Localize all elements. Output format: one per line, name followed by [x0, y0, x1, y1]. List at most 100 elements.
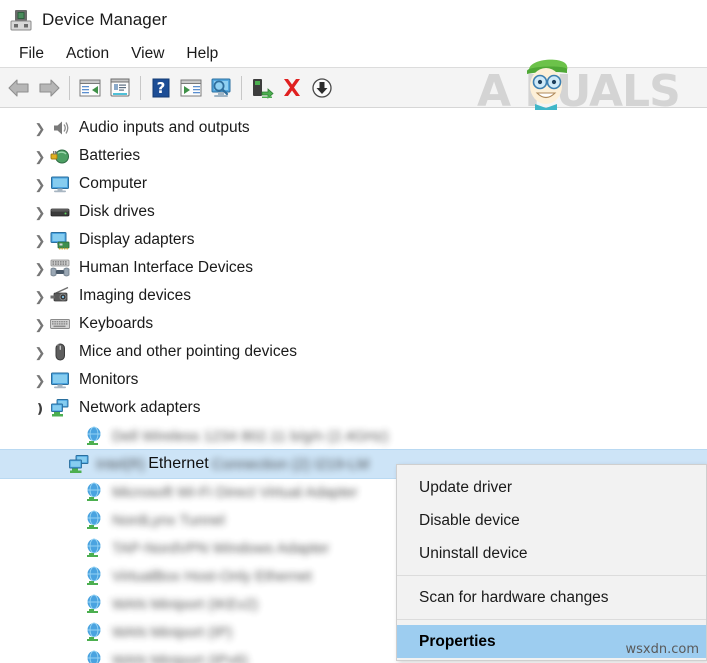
help-question-icon: ?: [152, 78, 170, 98]
mouse-icon: [50, 342, 70, 362]
network-adapter-label: WAN Miniport (IP): [112, 623, 233, 641]
tree-item-label: Network adapters: [79, 399, 201, 416]
monitor-icon: [50, 370, 70, 390]
network-adapter-label: NordLynx Tunnel: [112, 511, 225, 529]
tree-item-computer[interactable]: ❯ Computer: [0, 170, 707, 198]
red-x-icon: [284, 79, 300, 96]
help-button[interactable]: ?: [146, 72, 176, 104]
tree-item-batteries[interactable]: ❯ Batteries: [0, 142, 707, 170]
toolbar-separator-1: [69, 76, 70, 100]
hid-icon: [50, 258, 70, 278]
wireless-adapter-icon: [84, 650, 104, 663]
toolbar: ?: [0, 67, 707, 108]
keyboard-icon: [50, 314, 70, 334]
uninstall-device-button[interactable]: [277, 72, 307, 104]
forward-button[interactable]: [34, 72, 64, 104]
disk-drive-icon: [50, 202, 70, 222]
context-menu[interactable]: Update driver Disable device Uninstall d…: [396, 464, 707, 661]
disable-device-button[interactable]: [307, 72, 337, 104]
battery-icon: [50, 146, 70, 166]
device-green-arrow-icon: [253, 79, 274, 99]
network-adapter-row[interactable]: Dell Wireless 1234 802.11 b/g/n (2.4GHz): [0, 422, 707, 450]
network-adapter-label: WAN Miniport (IPv6): [112, 651, 249, 663]
device-manager-icon: [8, 7, 34, 33]
back-button[interactable]: [4, 72, 34, 104]
update-device-driver-button[interactable]: [247, 72, 277, 104]
menu-item-help[interactable]: Help: [175, 43, 229, 65]
chevron-right-icon[interactable]: ❯: [30, 122, 50, 135]
context-menu-item-disable-device[interactable]: Disable device: [397, 504, 706, 537]
tree-item-label: Imaging devices: [79, 287, 192, 304]
tree-item-mice-and-other-pointing-devices[interactable]: ❯ Mice and other pointing devices: [0, 338, 707, 366]
chevron-right-icon[interactable]: ❯: [30, 290, 50, 303]
show-hide-console-tree-button[interactable]: [75, 72, 105, 104]
wireless-adapter-icon: [84, 622, 104, 642]
context-menu-item-update-driver[interactable]: Update driver: [397, 471, 706, 504]
wireless-adapter-icon: [84, 566, 104, 586]
tree-item-label: Disk drives: [79, 203, 155, 220]
tree-item-label: Audio inputs and outputs: [79, 119, 250, 136]
network-adapter-label-blurred-prefix: Intel(R): [96, 455, 146, 473]
toolbar-separator-2: [140, 76, 141, 100]
chevron-right-icon[interactable]: ❯: [30, 374, 50, 387]
chevron-right-icon[interactable]: ❯: [30, 318, 50, 331]
tree-item-label: Human Interface Devices: [79, 259, 254, 276]
menu-item-view[interactable]: View: [120, 43, 175, 65]
console-tree-icon: [79, 79, 101, 97]
network-adapter-label-sharp: Ethernet: [148, 455, 209, 472]
scan-for-hardware-changes-button[interactable]: [206, 72, 236, 104]
tree-item-label: Display adapters: [79, 231, 195, 248]
svg-text:?: ?: [157, 79, 166, 97]
context-menu-item-scan-for-hardware-changes[interactable]: Scan for hardware changes: [397, 581, 706, 614]
speaker-icon: [50, 118, 70, 138]
toolbar-separator-3: [241, 76, 242, 100]
display-adapter-icon: [50, 230, 70, 250]
update-driver-toolbar-button[interactable]: [176, 72, 206, 104]
chevron-right-icon[interactable]: ❯: [30, 346, 50, 359]
menu-bar: File Action View Help: [0, 40, 707, 67]
menu-item-action[interactable]: Action: [55, 43, 120, 65]
network-adapter-icon: [50, 398, 70, 418]
chevron-right-icon[interactable]: ❯: [30, 234, 50, 247]
network-adapter-label: TAP-NordVPN Windows Adapter: [112, 539, 330, 557]
properties-button[interactable]: [105, 72, 135, 104]
tree-item-label: Mice and other pointing devices: [79, 343, 297, 360]
network-adapter-label: WAN Miniport (IKEv2): [112, 595, 259, 613]
title-bar: Device Manager: [0, 0, 707, 40]
network-adapter-label: Dell Wireless 1234 802.11 b/g/n (2.4GHz): [112, 427, 389, 445]
network-adapter-label-blurred-suffix: Connection (2) I219-LM: [211, 455, 370, 473]
network-adapter-label: Microsoft Wi-Fi Direct Virtual Adapter: [112, 483, 358, 501]
down-arrow-circle-icon: [312, 78, 332, 98]
context-menu-item-uninstall-device[interactable]: Uninstall device: [397, 537, 706, 570]
chevron-right-icon[interactable]: ❯: [30, 262, 50, 275]
properties-window-icon: [110, 78, 130, 97]
tree-item-label: Monitors: [79, 371, 139, 388]
chevron-right-icon[interactable]: ❯: [30, 206, 50, 219]
window-green-arrow-icon: [180, 79, 202, 97]
tree-item-disk-drives[interactable]: ❯ Disk drives: [0, 198, 707, 226]
wireless-adapter-icon: [84, 426, 104, 446]
chevron-right-icon[interactable]: ❯: [30, 178, 50, 191]
wireless-adapter-icon: [84, 482, 104, 502]
chevron-down-icon[interactable]: ❫: [30, 402, 50, 415]
window-title: Device Manager: [42, 10, 168, 29]
tree-item-keyboards[interactable]: ❯ Keyboards: [0, 310, 707, 338]
network-adapter-label: VirtualBox Host-Only Ethernet: [112, 567, 312, 585]
context-menu-item-properties[interactable]: Properties: [397, 625, 706, 658]
wireless-adapter-icon: [84, 594, 104, 614]
network-adapter-icon: [68, 454, 89, 474]
tree-item-label: Computer: [79, 175, 148, 192]
monitor-icon: [50, 174, 70, 194]
tree-item-display-adapters[interactable]: ❯ Display adapters: [0, 226, 707, 254]
tree-item-label: Batteries: [79, 147, 141, 164]
tree-item-network-adapters[interactable]: ❫ Network adapters: [0, 394, 707, 422]
chevron-right-icon[interactable]: ❯: [30, 150, 50, 163]
tree-item-label: Keyboards: [79, 315, 154, 332]
tree-item-monitors[interactable]: ❯ Monitors: [0, 366, 707, 394]
tree-item-imaging-devices[interactable]: ❯ Imaging devices: [0, 282, 707, 310]
tree-item-audio-inputs-and-outputs[interactable]: ❯ Audio inputs and outputs: [0, 114, 707, 142]
back-arrow-icon: [8, 79, 29, 97]
tree-item-human-interface-devices[interactable]: ❯ Human Interface Devices: [0, 254, 707, 282]
menu-item-file[interactable]: File: [8, 43, 55, 65]
monitor-magnifier-icon: [211, 78, 231, 97]
